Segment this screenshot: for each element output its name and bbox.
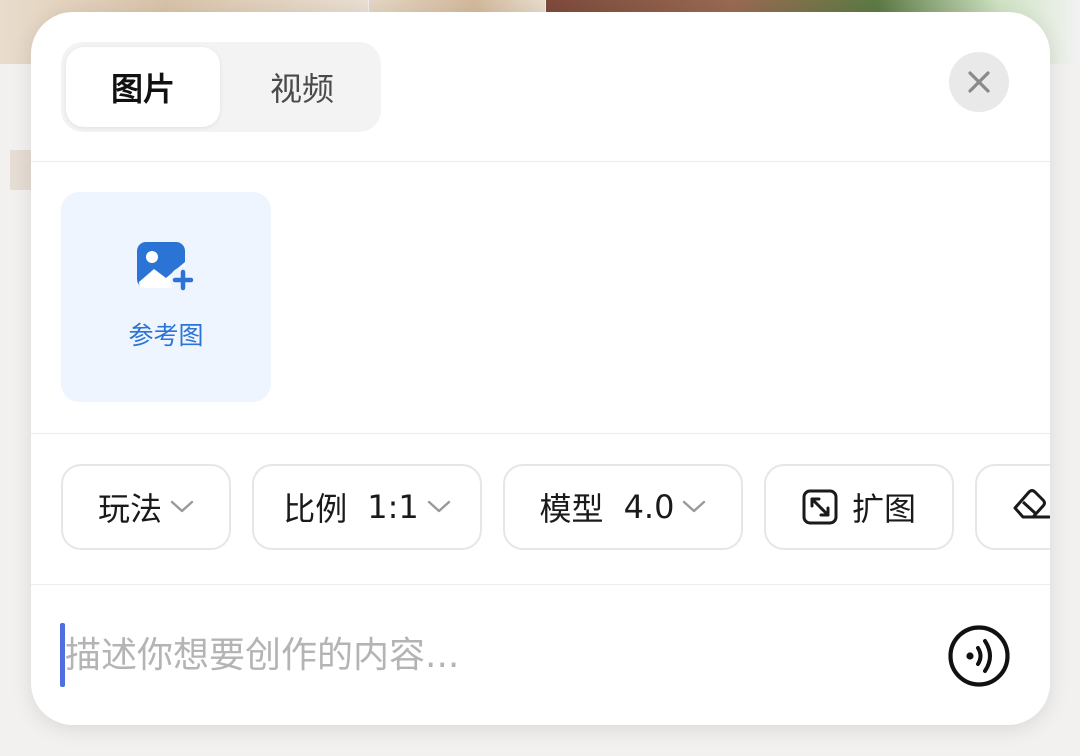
chevron-down-icon [170, 500, 194, 514]
expand-image-button[interactable]: 扩图 [764, 464, 954, 550]
reference-image-label: 参考图 [128, 321, 204, 350]
model-value: 4.0 [623, 488, 675, 526]
expand-image-label: 扩图 [851, 490, 916, 528]
creation-sheet: 图片 视频 参考图 玩法 比例 1:1 模型 4.0 扩图 描述你想要创作的内容… [31, 12, 1050, 725]
model-dropdown[interactable]: 模型 4.0 [503, 464, 743, 550]
expand-icon [802, 489, 838, 525]
close-icon [968, 71, 990, 93]
aspect-ratio-dropdown[interactable]: 比例 1:1 [252, 464, 482, 550]
tab-video[interactable]: 视频 [227, 47, 377, 127]
voice-input-button[interactable] [947, 624, 1011, 688]
model-label: 模型 [539, 490, 604, 528]
voice-icon [948, 625, 1010, 687]
divider [31, 584, 1050, 585]
chevron-down-icon [682, 500, 706, 514]
divider [31, 433, 1050, 434]
background-fragment [10, 150, 32, 190]
prompt-input[interactable] [65, 624, 905, 686]
chevron-down-icon [427, 500, 451, 514]
play-mode-dropdown[interactable]: 玩法 [61, 464, 231, 550]
close-button[interactable] [949, 52, 1009, 112]
aspect-ratio-value: 1:1 [367, 488, 419, 526]
tab-image[interactable]: 图片 [66, 47, 220, 127]
eraser-icon [1011, 486, 1050, 528]
media-type-tabs: 图片 视频 [61, 42, 381, 132]
eraser-button[interactable] [975, 464, 1050, 550]
aspect-ratio-label: 比例 [283, 490, 348, 528]
play-mode-label: 玩法 [97, 490, 162, 528]
divider [31, 161, 1050, 162]
reference-image-button[interactable]: 参考图 [61, 192, 271, 402]
image-add-icon [137, 242, 196, 293]
